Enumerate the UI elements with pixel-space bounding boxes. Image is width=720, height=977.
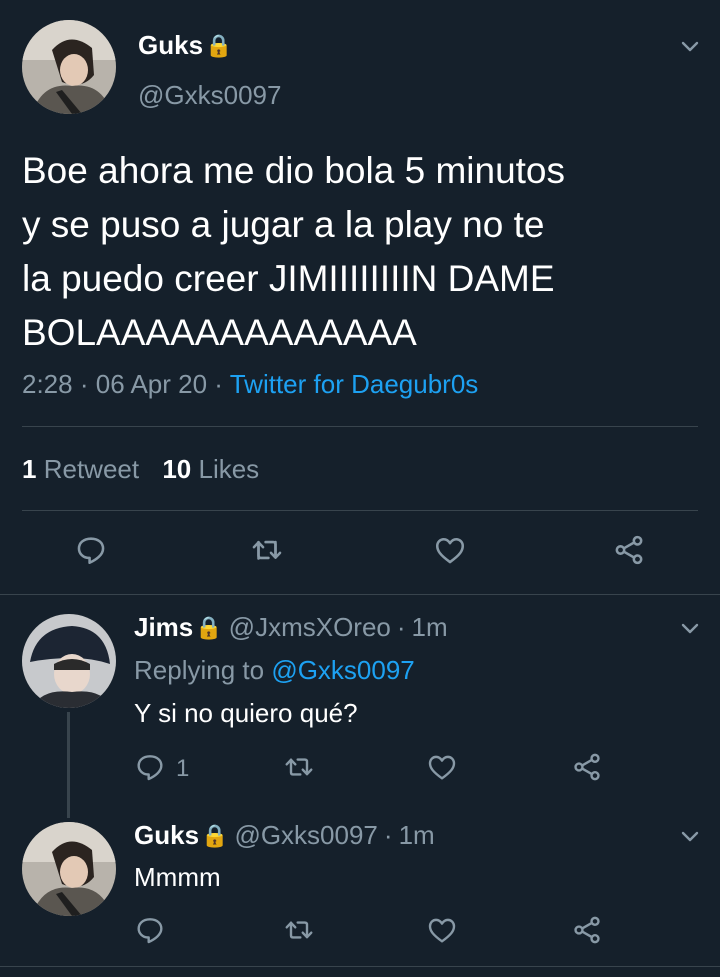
reply-icon[interactable] [74, 533, 108, 567]
replying-to-handle[interactable]: @Gxks0097 [271, 655, 414, 685]
like-icon[interactable] [426, 751, 458, 783]
user-handle[interactable]: @Gxks0097 [138, 80, 281, 111]
retweet-icon[interactable] [250, 533, 284, 567]
tweet-text: Mmmm [134, 862, 221, 892]
separator-dot: · [396, 612, 406, 642]
reply-count: 1 [176, 755, 190, 782]
divider [0, 594, 720, 595]
retweet-stat[interactable]: 1 Retweet [22, 454, 146, 484]
replying-to: Replying to @Gxks0097 [134, 655, 415, 686]
likes-label: Likes [198, 454, 260, 484]
likes-stat[interactable]: 10 Likes [162, 454, 259, 484]
lock-icon: 🔒 [195, 614, 223, 640]
avatar-photo [22, 20, 116, 114]
thread-line [67, 712, 70, 818]
tweet-age[interactable]: 1m [412, 612, 448, 643]
display-name[interactable]: Jims [134, 612, 193, 643]
user-handle[interactable]: @JxmsXOreo [229, 612, 391, 643]
reply-icon[interactable] [134, 751, 166, 783]
share-icon[interactable] [612, 533, 646, 567]
separator-dot: · [383, 820, 393, 850]
divider [0, 966, 720, 967]
display-name[interactable]: Guks [138, 30, 203, 61]
tweet-time[interactable]: 2:28 [22, 369, 73, 399]
share-icon[interactable] [571, 751, 603, 783]
share-icon[interactable] [571, 914, 603, 946]
display-name[interactable]: Guks [134, 820, 199, 851]
tweet-age[interactable]: 1m [399, 820, 435, 851]
avatar[interactable] [22, 614, 116, 708]
tweet-source-link[interactable]: Twitter for Daegubr0s [230, 369, 479, 399]
tweet-date[interactable]: 06 Apr 20 [96, 369, 207, 399]
avatar-photo [22, 822, 116, 916]
tweet-text-line: Boe ahora me dio bola 5 minutos [22, 150, 566, 191]
engagement-stats: 1 Retweet 10 Likes [22, 454, 259, 485]
retweet-count: 1 [22, 454, 37, 484]
replying-to-label: Replying to [134, 655, 265, 685]
lock-icon: 🔒 [201, 822, 229, 848]
chevron-down-icon[interactable] [678, 616, 702, 640]
tweet-text-line: la puedo creer JIMIIIIIIIIN DAME [22, 258, 555, 299]
avatar[interactable] [22, 822, 116, 916]
retweet-icon[interactable] [283, 914, 315, 946]
likes-count: 10 [162, 454, 192, 484]
chevron-down-icon[interactable] [678, 824, 702, 848]
divider [22, 510, 698, 511]
tweet-text-line: y se puso a jugar a la play no te [22, 204, 545, 245]
tweet-text: Boe ahora me dio bola 5 minutos y se pus… [22, 144, 565, 360]
user-handle[interactable]: @Gxks0097 [234, 820, 377, 851]
tweet-text: Y si no quiero qué? [134, 698, 358, 728]
avatar[interactable] [22, 20, 116, 114]
retweet-icon[interactable] [283, 751, 315, 783]
reply-icon[interactable] [134, 914, 166, 946]
tweet-meta: 2:28 · 06 Apr 20 · Twitter for Daegubr0s [22, 369, 478, 400]
retweet-label: Retweet [43, 454, 140, 484]
divider [22, 426, 698, 427]
tweet-text-line: BOLAAAAAAAAAAAAA [22, 312, 417, 353]
separator-dot: · [79, 369, 89, 399]
like-icon[interactable] [433, 533, 467, 567]
separator-dot: · [214, 369, 223, 399]
avatar-photo [22, 614, 116, 708]
like-icon[interactable] [426, 914, 458, 946]
lock-icon: 🔒 [205, 32, 233, 58]
chevron-down-icon[interactable] [678, 34, 702, 58]
